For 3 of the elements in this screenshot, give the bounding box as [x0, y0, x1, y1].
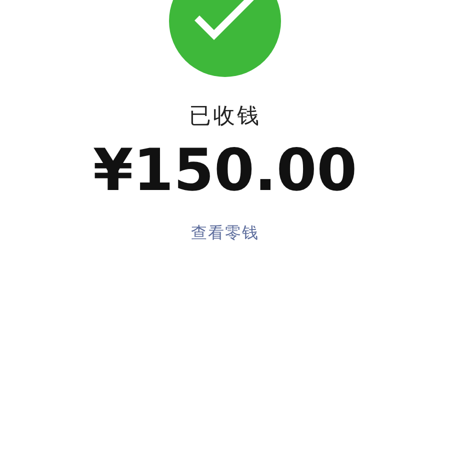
- status-title: 已收钱: [189, 103, 261, 131]
- amount-text: ¥150.00: [92, 137, 358, 203]
- view-balance-link[interactable]: 查看零钱: [191, 223, 259, 243]
